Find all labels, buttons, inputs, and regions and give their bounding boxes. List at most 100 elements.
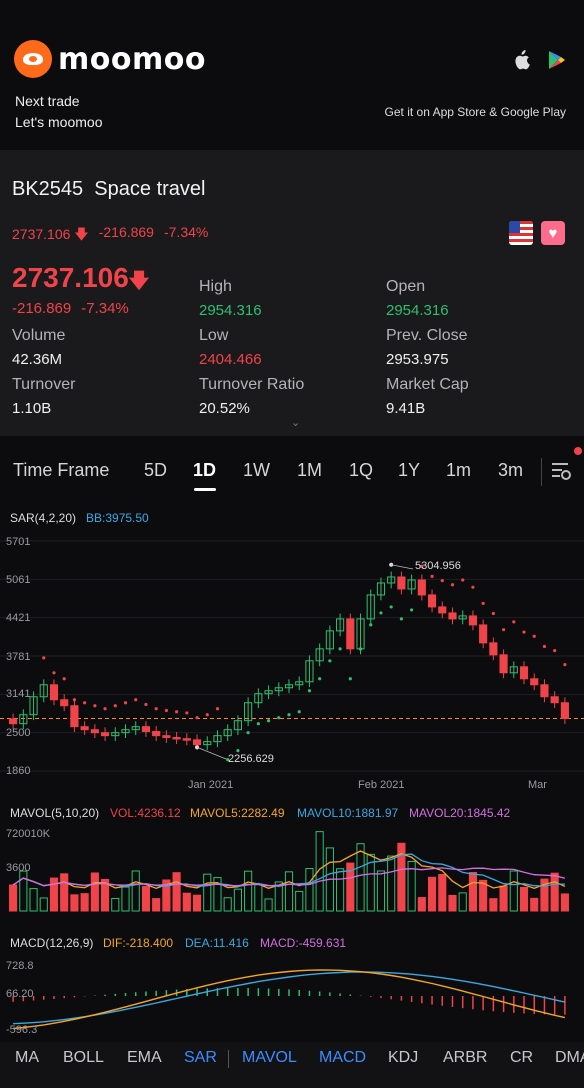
sar-dot: [542, 644, 547, 649]
sar-dot: [553, 649, 557, 653]
indicator-tab-boll[interactable]: BOLL: [63, 1049, 104, 1067]
sar-dot: [134, 698, 138, 702]
vol-tick-0: 720010K: [6, 828, 51, 840]
indicator-tab-arbr[interactable]: ARBR: [443, 1049, 487, 1067]
sar-dot: [430, 574, 434, 578]
tab-1min[interactable]: 1m: [446, 460, 471, 481]
candle-body: [499, 654, 508, 674]
candle-body: [192, 739, 202, 746]
price-tick-0: 5701: [6, 536, 31, 548]
candle-body: [540, 684, 549, 698]
mavol20-value: MAVOL20:1845.42: [409, 806, 511, 820]
sar-dot: [175, 710, 179, 714]
favorite-heart-icon[interactable]: ♥: [541, 221, 565, 245]
sar-dot: [256, 722, 260, 726]
volume-bar: [295, 890, 304, 912]
volume-bar: [530, 897, 539, 912]
candle-body: [530, 678, 539, 686]
candle-body: [346, 618, 355, 650]
sar-indicator-name: SAR(4,2,20): [10, 511, 77, 525]
volume-bar: [182, 892, 191, 912]
volume-bar: [233, 888, 242, 912]
chart-area[interactable]: [0, 496, 584, 1042]
indicator-tab-ema[interactable]: EMA: [127, 1049, 162, 1067]
moomoo-logo[interactable]: moomoo: [14, 40, 206, 78]
volume-bar: [131, 870, 140, 912]
volume-bar: [90, 872, 99, 912]
volume-bar: [80, 893, 89, 912]
google-play-icon[interactable]: [548, 50, 566, 75]
change-percent: -7.34%: [81, 300, 129, 317]
candle-body: [152, 730, 161, 737]
volume-bar: [336, 868, 345, 912]
candle-body: [141, 726, 151, 732]
expand-chevron-icon[interactable]: ⌄: [291, 416, 300, 429]
indicator-tab-macd[interactable]: MACD: [319, 1049, 366, 1067]
candle-body: [60, 699, 69, 707]
change-value: -216.869: [12, 300, 72, 317]
indicator-tab-cr[interactable]: CR: [510, 1049, 533, 1067]
brand-name: moomoo: [58, 41, 206, 77]
volume-bar: [60, 873, 69, 912]
volume-bar: [305, 868, 314, 912]
tab-3min[interactable]: 3m: [498, 460, 523, 481]
mini-price: 2737.106: [12, 226, 71, 242]
candle-body: [100, 732, 110, 737]
price-tick-3: 3781: [6, 651, 31, 663]
indicator-tab-ma[interactable]: MA: [15, 1049, 39, 1067]
volume-bar: [519, 886, 529, 912]
sar-dot: [358, 647, 363, 651]
vol-value: VOL:4236.12: [110, 806, 181, 820]
chart-settings-icon[interactable]: [550, 460, 572, 487]
dif-value: DIF:-218.400: [103, 936, 174, 950]
mini-percent: -7.34%: [163, 224, 209, 240]
timeframe-label[interactable]: Time Frame: [13, 460, 109, 481]
indicator-tab-kdj[interactable]: KDJ: [388, 1049, 418, 1067]
sar-dot: [246, 731, 250, 735]
candle-body: [397, 576, 406, 590]
volume-label: Volume: [12, 327, 66, 344]
sar-dot: [103, 707, 107, 711]
price-change: -216.869 -7.34%: [12, 300, 129, 317]
indicator-tab-mavol[interactable]: MAVOL: [242, 1049, 297, 1067]
apple-icon[interactable]: [512, 50, 530, 75]
candle-body: [9, 718, 18, 725]
tab-1q[interactable]: 1Q: [349, 460, 373, 481]
volume-bar: [111, 897, 120, 912]
tab-1y[interactable]: 1Y: [398, 460, 420, 481]
volume-bar: [509, 870, 518, 912]
indicator-divider: [228, 1050, 229, 1068]
sar-dot: [348, 677, 352, 681]
volume-bar: [499, 885, 508, 912]
sar-dot: [410, 608, 414, 612]
tab-1d[interactable]: 1D: [193, 460, 216, 481]
store-download-link[interactable]: Get it on App Store & Google Play: [385, 105, 566, 119]
sar-dot: [83, 701, 87, 705]
volume-bar: [489, 898, 498, 912]
indicator-tab-dma[interactable]: DMA: [555, 1049, 584, 1067]
tab-1w[interactable]: 1W: [243, 460, 270, 481]
notification-dot: [574, 447, 582, 455]
volume-bar: [152, 898, 161, 912]
stock-code: BK2545: [12, 178, 84, 200]
tagline-line-1: Next trade: [15, 93, 80, 109]
volume-bar: [427, 876, 437, 912]
sar-dot: [369, 623, 373, 627]
indicator-tab-sar[interactable]: SAR: [184, 1049, 217, 1067]
sar-dot: [154, 707, 158, 711]
candle-body: [519, 666, 529, 680]
volume-bar: [121, 886, 130, 912]
us-flag-icon[interactable]: [509, 221, 533, 245]
stock-chart-svg[interactable]: [0, 496, 584, 1042]
prev-close-value: 2953.975: [386, 351, 449, 368]
volume-bar: [284, 871, 294, 912]
turnover-label: Turnover: [12, 376, 76, 393]
tab-1m-month[interactable]: 1M: [297, 460, 322, 481]
sar-dot: [195, 716, 199, 720]
turnover-ratio-label: Turnover Ratio: [199, 376, 305, 393]
candle-body: [90, 729, 99, 734]
tab-5d[interactable]: 5D: [144, 460, 167, 481]
stock-title: BK2545 Space travel: [12, 178, 205, 201]
volume-bar: [376, 870, 386, 912]
mini-change: -216.869: [98, 224, 154, 240]
